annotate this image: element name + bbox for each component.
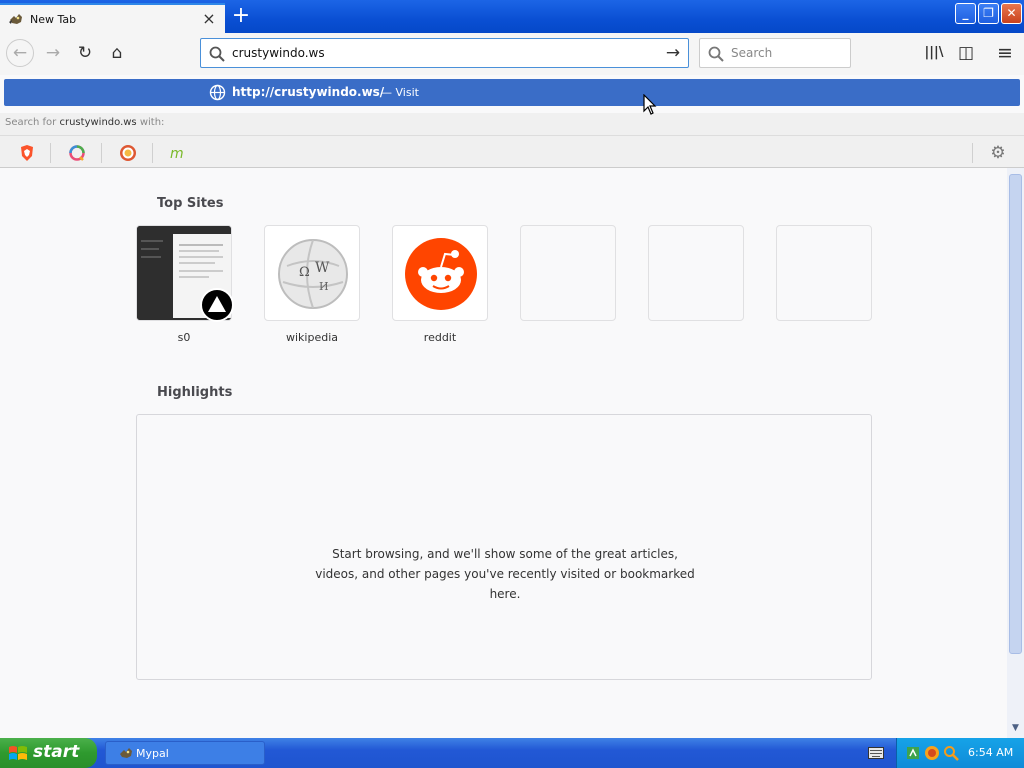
suggestion-url: http://crustywindo.ws/ (232, 85, 385, 99)
go-arrow-icon[interactable]: → (662, 42, 684, 64)
url-input[interactable] (232, 43, 652, 63)
qwant-icon[interactable] (66, 142, 88, 164)
search-with-label: Search for crustywindo.ws with: (0, 113, 1024, 135)
top-site-tile-empty[interactable] (520, 225, 616, 321)
back-button[interactable]: ← (6, 39, 34, 67)
mojeek-icon[interactable]: m (168, 142, 190, 164)
top-site-label: reddit (423, 331, 457, 344)
reddit-logo-icon (405, 238, 477, 310)
brave-search-icon[interactable] (16, 142, 38, 164)
duckduckgo-icon[interactable] (117, 142, 139, 164)
site-badge-icon (200, 288, 234, 322)
windows-logo-icon (9, 746, 27, 760)
top-site-label: s0 (177, 331, 191, 344)
new-tab-button[interactable]: + (228, 5, 254, 29)
top-sites-heading: Top Sites (157, 196, 224, 211)
wikipedia-globe-icon: Ω W И (278, 239, 348, 309)
mypal-logo-icon (120, 748, 132, 758)
search-icon (209, 46, 225, 62)
highlights-heading: Highlights (157, 385, 233, 400)
separator (101, 143, 102, 163)
highlights-empty-message: Start browsing, and we'll show some of t… (315, 547, 695, 601)
minimize-button[interactable]: _ (955, 3, 976, 24)
forward-button[interactable]: → (39, 39, 67, 67)
svg-text:Ω: Ω (299, 265, 310, 280)
library-icon[interactable]: |||\ (920, 39, 948, 67)
maximize-button[interactable]: ❐ (978, 3, 999, 24)
top-site-tile-empty[interactable] (776, 225, 872, 321)
navigation-toolbar: ← → ↻ ⌂ → |||\ ◫ ≡ (0, 33, 1024, 75)
scrollbar-thumb[interactable] (1009, 174, 1022, 654)
tab-title: New Tab (30, 12, 77, 26)
start-button[interactable]: start (0, 738, 97, 768)
top-site-tile-reddit[interactable] (392, 225, 488, 321)
title-bar: New Tab × + _ ❐ ✕ (0, 0, 1024, 33)
separator (152, 143, 153, 163)
reload-button[interactable]: ↻ (71, 39, 99, 67)
taskbar-item-mypal[interactable]: Mypal (105, 741, 265, 765)
tab-new-tab[interactable]: New Tab × (0, 3, 225, 33)
mouse-cursor-icon (643, 94, 657, 115)
taskbar-item-label: Mypal (136, 747, 169, 760)
search-box[interactable] (699, 38, 851, 68)
search-engines-bar: m ⚙ (0, 135, 1024, 168)
mypal-tray-icon[interactable] (924, 745, 940, 761)
tab-close-icon[interactable]: × (199, 9, 219, 29)
url-suggestion-row[interactable]: http://crustywindo.ws/ — Visit (4, 79, 1020, 106)
start-label: start (33, 742, 80, 762)
close-window-button[interactable]: ✕ (1001, 3, 1022, 24)
search-tray-icon[interactable] (943, 745, 959, 761)
search-input[interactable] (731, 43, 846, 63)
svg-text:m: m (170, 146, 184, 162)
network-icon[interactable] (905, 745, 921, 761)
search-with-prefix: Search for (5, 117, 57, 128)
top-site-label: wikipedia (285, 331, 338, 344)
url-bar[interactable]: → (200, 38, 689, 68)
scroll-down-arrow-icon[interactable]: ▼ (1008, 721, 1023, 736)
clock: 6:54 AM (968, 746, 1014, 759)
taskbar: start Mypal 6:54 AM (0, 738, 1024, 768)
vertical-scrollbar[interactable]: ▼ (1007, 168, 1024, 738)
sidebar-icon[interactable]: ◫ (952, 39, 980, 67)
svg-text:И: И (319, 280, 329, 293)
top-site-tile-wikipedia[interactable]: Ω W И (264, 225, 360, 321)
gear-icon[interactable]: ⚙ (987, 142, 1009, 164)
menu-icon[interactable]: ≡ (991, 39, 1019, 67)
search-icon (708, 46, 724, 62)
suggestion-action: — Visit (381, 86, 419, 99)
system-tray: 6:54 AM (896, 738, 1024, 768)
separator (50, 143, 51, 163)
svg-text:W: W (315, 260, 330, 276)
top-site-tile-empty[interactable] (648, 225, 744, 321)
search-with-query: crustywindo.ws (59, 117, 137, 128)
globe-icon (209, 84, 226, 101)
home-button[interactable]: ⌂ (103, 39, 131, 67)
keyboard-icon[interactable] (868, 747, 884, 759)
separator (972, 143, 973, 163)
search-with-suffix: with: (139, 117, 165, 128)
mypal-logo-icon (9, 14, 22, 24)
